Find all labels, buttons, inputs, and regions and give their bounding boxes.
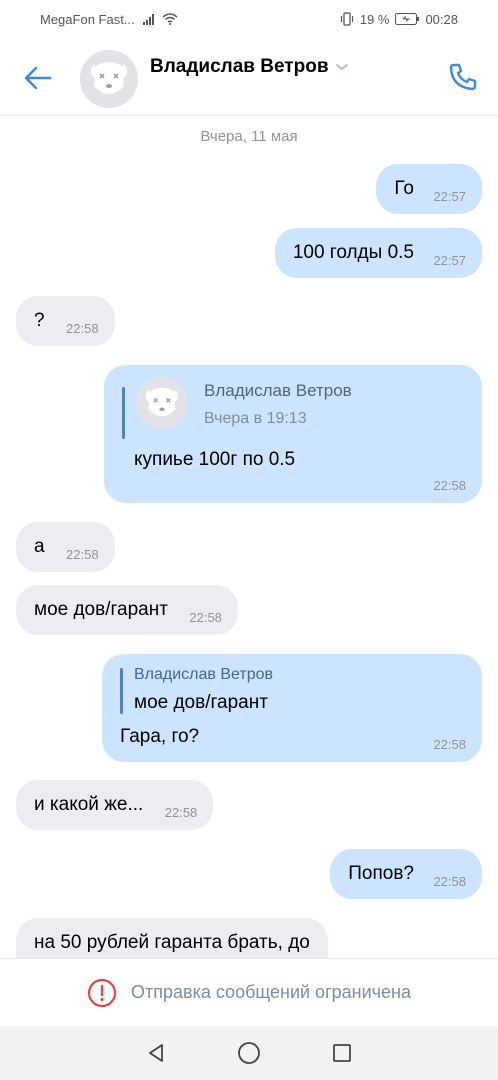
battery-icon [395, 13, 420, 25]
back-triangle-icon [149, 1044, 164, 1062]
message-time: 22:58 [66, 547, 99, 562]
message-text: ? [34, 310, 45, 331]
forward-bar [122, 387, 125, 439]
message-time: 22:58 [66, 321, 99, 336]
system-nav-bar [0, 1026, 498, 1080]
restricted-text: Отправка сообщений ограничена [131, 982, 411, 1002]
message-outgoing-forwarded[interactable]: Владислав Ветров Вчера в 19:13 купиье 10… [104, 365, 482, 503]
avatar-dog-icon [136, 377, 188, 429]
message-text: 100 голды 0.5 [292, 242, 414, 263]
message-text: купиье 100г по 0.5 [134, 449, 296, 470]
message-list[interactable]: Вчера, 11 мая Го 22:57 100 голды 0.5 22:… [0, 116, 498, 958]
recents-square-icon [332, 1044, 351, 1062]
clock: 00:28 [425, 11, 458, 27]
reply-author[interactable]: Владислав Ветров [134, 666, 273, 684]
avatar-dog-icon [80, 50, 138, 108]
message-text: Попов? [348, 863, 414, 884]
message-text: и какой же... [34, 794, 144, 815]
message-time: 22:58 [189, 610, 222, 625]
chevron-down-icon [335, 64, 348, 71]
message-time: 22:58 [433, 478, 466, 493]
forward-author[interactable]: Владислав Ветров [204, 381, 352, 401]
chat-header: Владислав Ветров [0, 38, 498, 116]
wifi-icon [162, 13, 178, 25]
message-incoming[interactable]: ? 22:58 [16, 296, 115, 346]
message-text: на 50 рублей гаранта брать, до [34, 932, 310, 953]
contact-name: Владислав Ветров [150, 56, 329, 77]
date-separator: Вчера, 11 мая [200, 128, 298, 145]
message-incoming[interactable]: и какой же... 22:58 [16, 780, 214, 830]
status-bar: MegaFon Fast... 19 % 00:28 [0, 0, 498, 38]
home-circle-icon [238, 1042, 260, 1064]
message-time: 22:58 [433, 874, 466, 889]
message-incoming[interactable]: на 50 рублей гаранта брать, до [16, 918, 328, 958]
message-time: 22:57 [433, 253, 466, 268]
message-text: Го [394, 178, 414, 199]
avatar[interactable] [80, 50, 138, 108]
call-button[interactable] [446, 60, 480, 94]
warning-circle-icon [87, 978, 117, 1007]
forward-avatar [136, 377, 188, 429]
message-text: Гара, го? [120, 726, 200, 747]
message-time: 22:58 [164, 805, 198, 820]
back-arrow-icon [24, 66, 52, 90]
message-outgoing[interactable]: Попов? 22:58 [330, 849, 482, 899]
message-text: мое дов/гарант [34, 599, 168, 620]
message-incoming[interactable]: а 22:58 [16, 522, 115, 572]
message-outgoing-reply[interactable]: Владислав Ветров мое дов/гарант Гара, го… [102, 654, 482, 762]
message-time: 22:57 [433, 189, 466, 204]
nav-recents-button[interactable] [327, 1038, 357, 1068]
reply-bar [120, 668, 123, 714]
signal-icon [142, 13, 154, 25]
back-button[interactable] [22, 62, 54, 94]
phone-icon [449, 63, 477, 91]
carrier-label: MegaFon Fast... [40, 11, 135, 27]
vibrate-icon [340, 12, 353, 26]
message-text: а [34, 536, 45, 557]
forward-time: Вчера в 19:13 [204, 410, 307, 427]
battery-percent: 19 % [359, 11, 390, 27]
message-time: 22:58 [433, 737, 466, 752]
reply-quote: мое дов/гарант [134, 692, 268, 713]
nav-back-button[interactable] [141, 1038, 171, 1068]
message-incoming[interactable]: мое дов/гарант 22:58 [16, 585, 238, 635]
nav-home-button[interactable] [234, 1038, 264, 1068]
contact-title[interactable]: Владислав Ветров [150, 56, 349, 78]
send-restricted-bar: Отправка сообщений ограничена [0, 958, 498, 1026]
message-outgoing[interactable]: Го 22:57 [376, 164, 482, 214]
message-outgoing[interactable]: 100 голды 0.5 22:57 [274, 228, 482, 278]
